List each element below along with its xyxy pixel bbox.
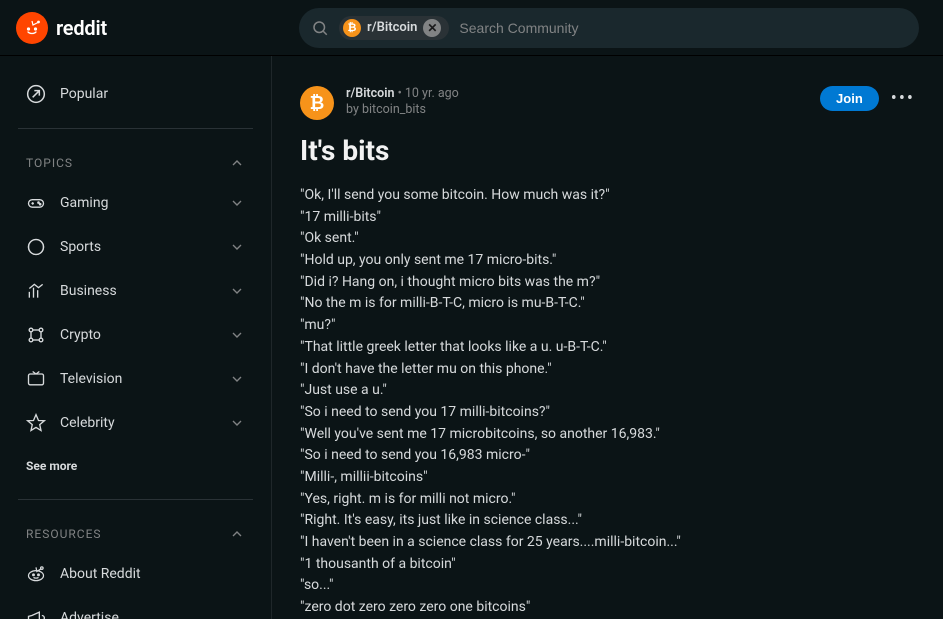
post-body-line: "Milli-, millii-bitcoins" [300, 467, 915, 489]
search-bar[interactable]: ₿ r/Bitcoin ✕ [299, 8, 919, 48]
post-body-line: "Yes, right. m is for milli not micro." [300, 489, 915, 511]
sidebar-item-label: Celebrity [60, 415, 115, 431]
divider [18, 499, 253, 500]
reddit-logo-icon [16, 12, 48, 44]
post-body-line: "Just use a u." [300, 380, 915, 402]
sidebar-item-celebrity[interactable]: Celebrity [18, 403, 253, 443]
left-sidebar: Popular TOPICS Gaming S [0, 56, 272, 619]
star-icon [26, 413, 46, 433]
arrow-up-right-icon [26, 84, 46, 104]
sidebar-item-business[interactable]: Business [18, 271, 253, 311]
search-scope-label: r/Bitcoin [367, 20, 417, 35]
gamepad-icon [26, 193, 46, 213]
post-header: ₿ r/Bitcoin • 10 yr. ago by bitcoin_bits… [300, 86, 915, 120]
post-body-line: "Right. It's easy, its just like in scie… [300, 510, 915, 532]
post-body-line: "Ok sent." [300, 228, 915, 250]
sidebar-item-sports[interactable]: Sports [18, 227, 253, 267]
divider [18, 128, 253, 129]
search-icon [311, 19, 329, 37]
post-body-line: "I don't have the letter mu on this phon… [300, 359, 915, 381]
post-body-line: "Hold up, you only sent me 17 micro-bits… [300, 250, 915, 272]
meta-separator: • [398, 86, 405, 101]
chart-icon [26, 281, 46, 301]
post-body-line: "No the m is for milli-B-T-C, micro is m… [300, 293, 915, 315]
sidebar-item-label: Gaming [60, 195, 108, 211]
sidebar-item-label: Popular [60, 86, 108, 102]
reddit-wordmark: reddit [56, 16, 107, 40]
reddit-logo[interactable]: reddit [16, 12, 107, 44]
sports-icon [26, 237, 46, 257]
post-main: ₿ r/Bitcoin • 10 yr. ago by bitcoin_bits… [272, 56, 943, 619]
sidebar-item-advertise[interactable]: Advertise [18, 598, 253, 619]
topics-heading-label: TOPICS [26, 156, 73, 170]
chevron-up-icon [229, 526, 245, 542]
post-actions: Join ••• [820, 86, 915, 111]
sidebar-item-label: Crypto [60, 327, 101, 343]
chevron-down-icon [229, 327, 245, 343]
more-icon[interactable]: ••• [891, 88, 915, 109]
sidebar-item-about[interactable]: About Reddit [18, 554, 253, 594]
post-body-line: "So i need to send you 16,983 micro-" [300, 445, 915, 467]
subreddit-avatar[interactable]: ₿ [300, 86, 334, 120]
chevron-down-icon [229, 415, 245, 431]
post-body-line: "so..." [300, 575, 915, 597]
post-body-line: "zero dot zero zero zero one bitcoins" [300, 597, 915, 619]
chevron-down-icon [229, 283, 245, 299]
tv-icon [26, 369, 46, 389]
by-label: by [346, 102, 362, 117]
join-button[interactable]: Join [820, 86, 879, 111]
post-body-line: "mu?" [300, 315, 915, 337]
post-body-line: "Did i? Hang on, i thought micro bits wa… [300, 272, 915, 294]
chevron-down-icon [229, 371, 245, 387]
reddit-outline-icon [26, 564, 46, 584]
chevron-down-icon [229, 239, 245, 255]
post-body: "Ok, I'll send you some bitcoin. How muc… [300, 185, 915, 619]
post-body-line: "So i need to send you 17 milli-bitcoins… [300, 402, 915, 424]
chevron-up-icon [229, 155, 245, 171]
resources-heading[interactable]: RESOURCES [18, 514, 253, 550]
subreddit-link[interactable]: r/Bitcoin [346, 86, 394, 101]
author-link[interactable]: bitcoin_bits [362, 102, 426, 117]
sidebar-item-label: Sports [60, 239, 101, 255]
sidebar-item-popular[interactable]: Popular [18, 74, 253, 114]
post-meta: ₿ r/Bitcoin • 10 yr. ago by bitcoin_bits [300, 86, 459, 120]
resources-heading-label: RESOURCES [26, 527, 102, 541]
sidebar-item-crypto[interactable]: Crypto [18, 315, 253, 355]
post-body-line: "Well you've sent me 17 microbitcoins, s… [300, 424, 915, 446]
post-body-line: "That little greek letter that looks lik… [300, 337, 915, 359]
post-body-line: "Ok, I'll send you some bitcoin. How muc… [300, 185, 915, 207]
post-title: It's bits [300, 134, 915, 167]
topics-heading[interactable]: TOPICS [18, 143, 253, 179]
close-icon[interactable]: ✕ [423, 19, 441, 37]
search-input[interactable] [459, 20, 907, 36]
sidebar-item-label: Advertise [60, 610, 119, 619]
sidebar-item-label: Television [60, 371, 122, 387]
post-body-line: "17 milli-bits" [300, 207, 915, 229]
sidebar-item-label: Business [60, 283, 117, 299]
post-age: 10 yr. ago [405, 86, 459, 101]
sidebar-item-television[interactable]: Television [18, 359, 253, 399]
chevron-down-icon [229, 195, 245, 211]
bitcoin-icon: ₿ [343, 19, 361, 37]
sidebar-item-gaming[interactable]: Gaming [18, 183, 253, 223]
post-body-line: "I haven't been in a science class for 2… [300, 532, 915, 554]
top-header: reddit ₿ r/Bitcoin ✕ [0, 0, 943, 56]
sidebar-item-label: About Reddit [60, 566, 141, 582]
search-scope-chip[interactable]: ₿ r/Bitcoin ✕ [339, 16, 449, 40]
crypto-icon [26, 325, 46, 345]
megaphone-icon [26, 608, 46, 619]
post-body-line: "1 thousanth of a bitcoin" [300, 554, 915, 576]
see-more-link[interactable]: See more [18, 447, 253, 485]
